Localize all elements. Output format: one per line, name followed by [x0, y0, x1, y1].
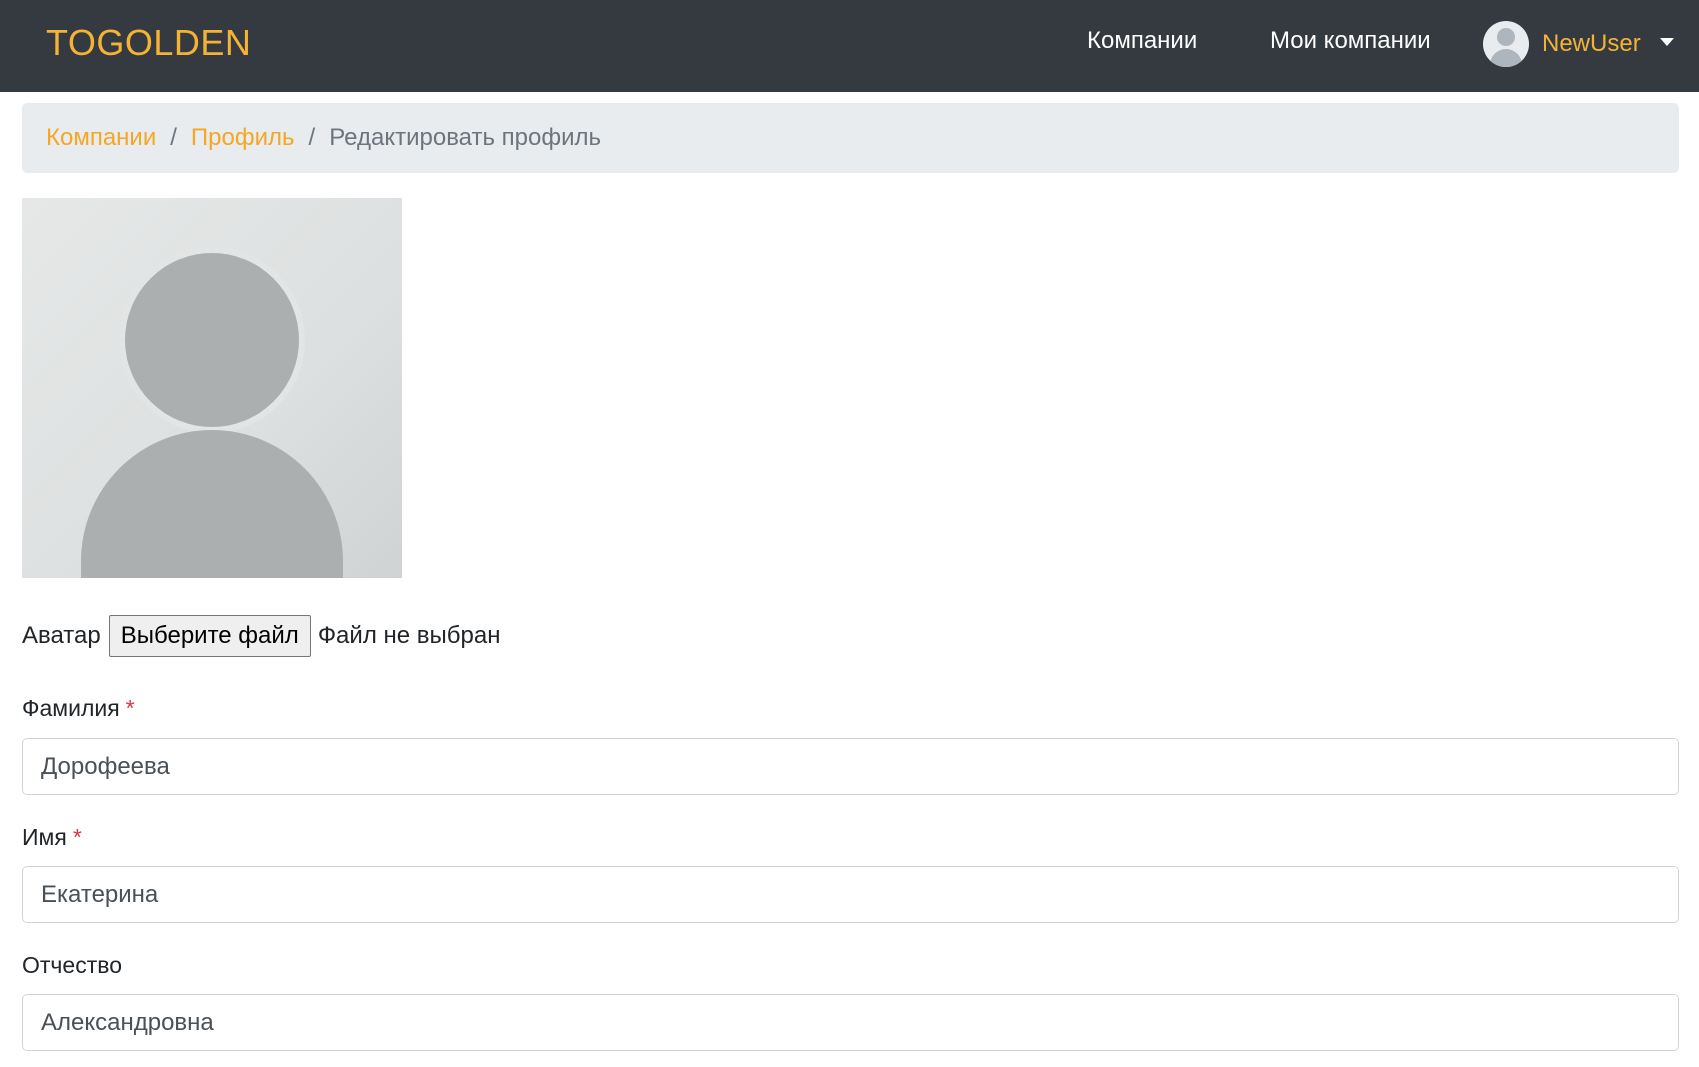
required-mark: * — [125, 695, 135, 721]
user-menu-toggle[interactable]: NewUser — [1483, 21, 1674, 67]
nav-link-my-companies[interactable]: Мои компании — [1270, 27, 1431, 55]
patronymic-input[interactable] — [22, 994, 1679, 1051]
patronymic-label: Отчество — [22, 952, 122, 979]
brand-logo[interactable]: TOGOLDEN — [46, 22, 251, 64]
last-name-label-text: Фамилия — [22, 695, 120, 721]
patronymic-label-text: Отчество — [22, 952, 122, 978]
choose-file-button[interactable]: Выберите файл — [108, 615, 311, 657]
last-name-input[interactable] — [22, 738, 1679, 795]
breadcrumb: Компании / Профиль / Редактировать профи… — [22, 103, 1679, 173]
first-name-label-text: Имя — [22, 824, 67, 850]
avatar-head-shape — [125, 253, 299, 427]
first-name-input[interactable] — [22, 866, 1679, 923]
caret-down-icon — [1659, 38, 1674, 46]
breadcrumb-item-edit-profile: Редактировать профиль — [329, 124, 602, 151]
avatar-file-label: Аватар — [22, 622, 101, 649]
breadcrumb-item-companies[interactable]: Компании — [46, 124, 156, 152]
profile-avatar-image — [22, 198, 402, 578]
avatar-file-input-row: Аватар Выберите файл Файл не выбран — [22, 615, 500, 657]
breadcrumb-separator: / — [308, 124, 316, 151]
nav-link-companies[interactable]: Компании — [1087, 27, 1197, 55]
avatar-body-shape — [81, 430, 343, 578]
first-name-label: Имя * — [22, 824, 82, 851]
user-name: NewUser — [1542, 30, 1641, 57]
required-mark: * — [72, 824, 82, 850]
last-name-label: Фамилия * — [22, 695, 135, 722]
user-avatar-icon — [1483, 21, 1529, 67]
file-status-text: Файл не выбран — [317, 622, 501, 649]
breadcrumb-item-profile[interactable]: Профиль — [191, 124, 295, 152]
breadcrumb-separator: / — [170, 124, 177, 151]
top-navbar: TOGOLDEN Компании Мои компании NewUser — [0, 0, 1699, 92]
